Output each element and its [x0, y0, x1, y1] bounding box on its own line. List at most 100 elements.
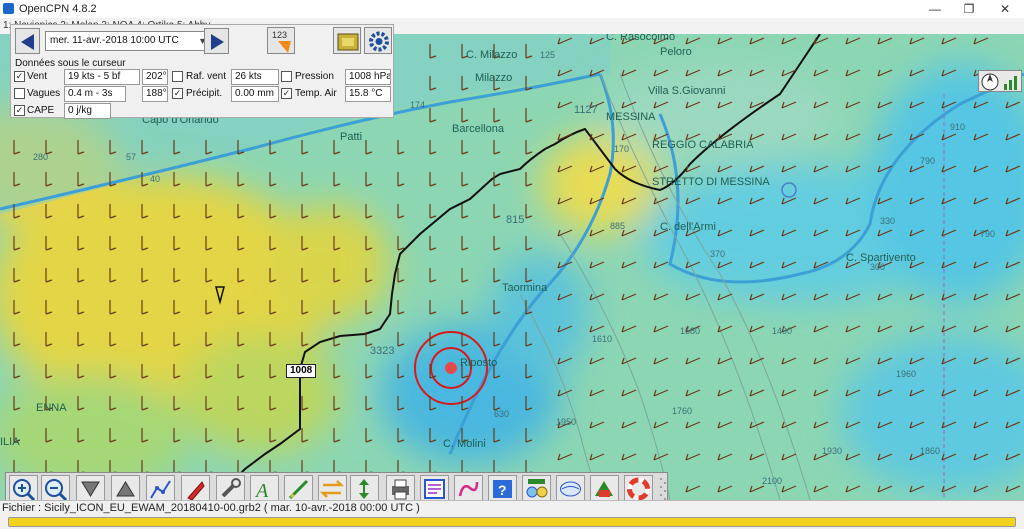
svg-text:A: A — [254, 480, 269, 502]
place-label: ENNA — [36, 402, 67, 414]
place-label: Taormina — [502, 282, 548, 294]
dashboard-icon — [526, 479, 548, 498]
draw-button[interactable] — [454, 475, 483, 503]
grib-toggle-button[interactable] — [420, 475, 449, 503]
route-manager-button[interactable] — [318, 475, 347, 503]
grib-file-icon — [337, 33, 359, 51]
checkbox-vent[interactable]: ✓ — [14, 71, 25, 82]
depth-sounding: 3323 — [370, 345, 395, 357]
value-wind-dir: 202° — [142, 69, 168, 85]
next-time-button[interactable] — [204, 28, 229, 54]
label-pression: Pression — [295, 71, 334, 82]
mob-button[interactable] — [624, 475, 653, 503]
restore-button[interactable]: ❐ — [952, 1, 986, 17]
value-gust: 26 kts — [231, 69, 279, 85]
scale-up-button[interactable] — [111, 475, 140, 503]
grib-time-value: mer. 11-avr.-2018 10:00 UTC — [50, 35, 179, 46]
place-label: C. Milazzo — [466, 49, 518, 61]
depth-sounding: 1610 — [592, 334, 613, 344]
checkbox-rafale[interactable] — [172, 71, 183, 82]
label-precip: Précipit. — [186, 88, 223, 99]
depth-sounding: 1950 — [556, 417, 577, 427]
wrench-icon — [221, 478, 241, 498]
title-bar: OpenCPN 4.8.2 — ❐ ✕ — [0, 0, 1024, 18]
tides-button[interactable] — [350, 475, 379, 503]
text-a-icon: A — [254, 480, 269, 502]
dashboard-button[interactable] — [522, 475, 551, 503]
place-label: Riposto — [460, 357, 498, 369]
depth-sounding: 280 — [33, 152, 49, 162]
close-button[interactable]: ✕ — [988, 1, 1022, 17]
scale-up-icon — [116, 481, 135, 497]
place-label: MESSINA — [606, 111, 656, 123]
track-button[interactable] — [284, 475, 313, 503]
time-scrollbar[interactable] — [8, 517, 1016, 527]
value-precip: 0.00 mm — [231, 86, 279, 102]
label-rafale: Raf. vent — [186, 71, 227, 82]
place-label: ILIA — [0, 436, 20, 448]
isobar-label: 1008 — [286, 364, 317, 378]
checkbox-vagues[interactable] — [14, 88, 25, 99]
zoom-out-button[interactable] — [41, 475, 70, 503]
place-label: Peloro — [660, 46, 692, 58]
depth-sounding: 910 — [950, 122, 966, 132]
label-vagues: Vagues — [27, 88, 61, 99]
window-title: OpenCPN 4.8.2 — [19, 3, 97, 15]
depth-sounding: 170 — [614, 144, 630, 154]
place-label: Milazzo — [475, 72, 513, 84]
depth-sounding: 1760 — [672, 406, 693, 416]
compass-icon — [981, 73, 1017, 91]
depth-sounding: 1580 — [680, 326, 701, 336]
north-up-compass[interactable] — [978, 70, 1022, 92]
print-button[interactable] — [386, 475, 415, 503]
depth-sounding: 790 — [920, 156, 936, 166]
depth-sounding: 1960 — [896, 369, 917, 379]
route-button[interactable] — [146, 475, 175, 503]
help-button[interactable]: ? — [488, 475, 517, 503]
depth-sounding: 174 — [410, 100, 426, 110]
checkbox-pression[interactable] — [281, 71, 292, 82]
place-label: Villa S.Giovanni — [648, 85, 726, 97]
grib-file-button[interactable] — [333, 27, 361, 54]
place-label: STRETTO DI MESSINA — [652, 176, 770, 188]
checkbox-temp[interactable]: ✓ — [281, 88, 292, 99]
place-label: C. Rasocolmo — [606, 34, 676, 43]
value-wind: 19 kts - 5 bf — [64, 69, 140, 85]
value-pressure: 1008 hPa — [345, 69, 391, 85]
scale-down-button[interactable] — [76, 475, 105, 503]
depth-sounding: 815 — [506, 214, 525, 226]
svg-text:?: ? — [498, 482, 507, 498]
minimize-button[interactable]: — — [918, 1, 952, 17]
track-icon — [288, 479, 309, 500]
depth-sounding: 1127 — [574, 104, 598, 116]
previous-time-button[interactable] — [15, 28, 40, 54]
text-button[interactable]: A — [250, 475, 279, 503]
place-label: Patti — [340, 131, 363, 143]
timeline-button[interactable]: 123 — [267, 27, 295, 54]
grib-time-select[interactable]: mer. 11-avr.-2018 10:00 UTC ▼ — [45, 31, 211, 51]
zoom-in-icon — [13, 479, 36, 502]
logbook-button[interactable] — [590, 475, 619, 503]
grib-file-status: Fichier : Sicily_ICON_EU_EWAM_20180410-0… — [2, 502, 420, 514]
place-label: REGGIO CALABRIA — [652, 139, 754, 151]
label-vent: Vent — [27, 71, 48, 82]
label-temp: Temp. Air — [295, 88, 337, 99]
depth-sounding: 330 — [880, 216, 896, 226]
opencpn-app-icon — [3, 3, 14, 14]
value-temp: 15.8 °C — [345, 86, 391, 102]
logbook-icon — [595, 481, 613, 497]
checkbox-cape[interactable]: ✓ — [14, 105, 25, 116]
zoom-in-button[interactable] — [9, 475, 38, 503]
follow-ship-button[interactable] — [181, 475, 210, 503]
weather-button[interactable] — [556, 475, 585, 503]
value-cape: 0 j/kg — [64, 103, 111, 119]
options-button[interactable] — [216, 475, 245, 503]
place-label: C. dell'Armi — [660, 221, 716, 233]
depth-sounding: 1490 — [772, 326, 793, 336]
status-bar: Fichier : Sicily_ICON_EU_EWAM_20180410-0… — [0, 500, 1024, 529]
settings-button[interactable] — [364, 27, 392, 54]
route-icon — [150, 480, 171, 499]
depth-sounding: 57 — [126, 152, 137, 162]
tide-arrows-icon — [359, 479, 369, 499]
checkbox-precip[interactable]: ✓ — [172, 88, 183, 99]
